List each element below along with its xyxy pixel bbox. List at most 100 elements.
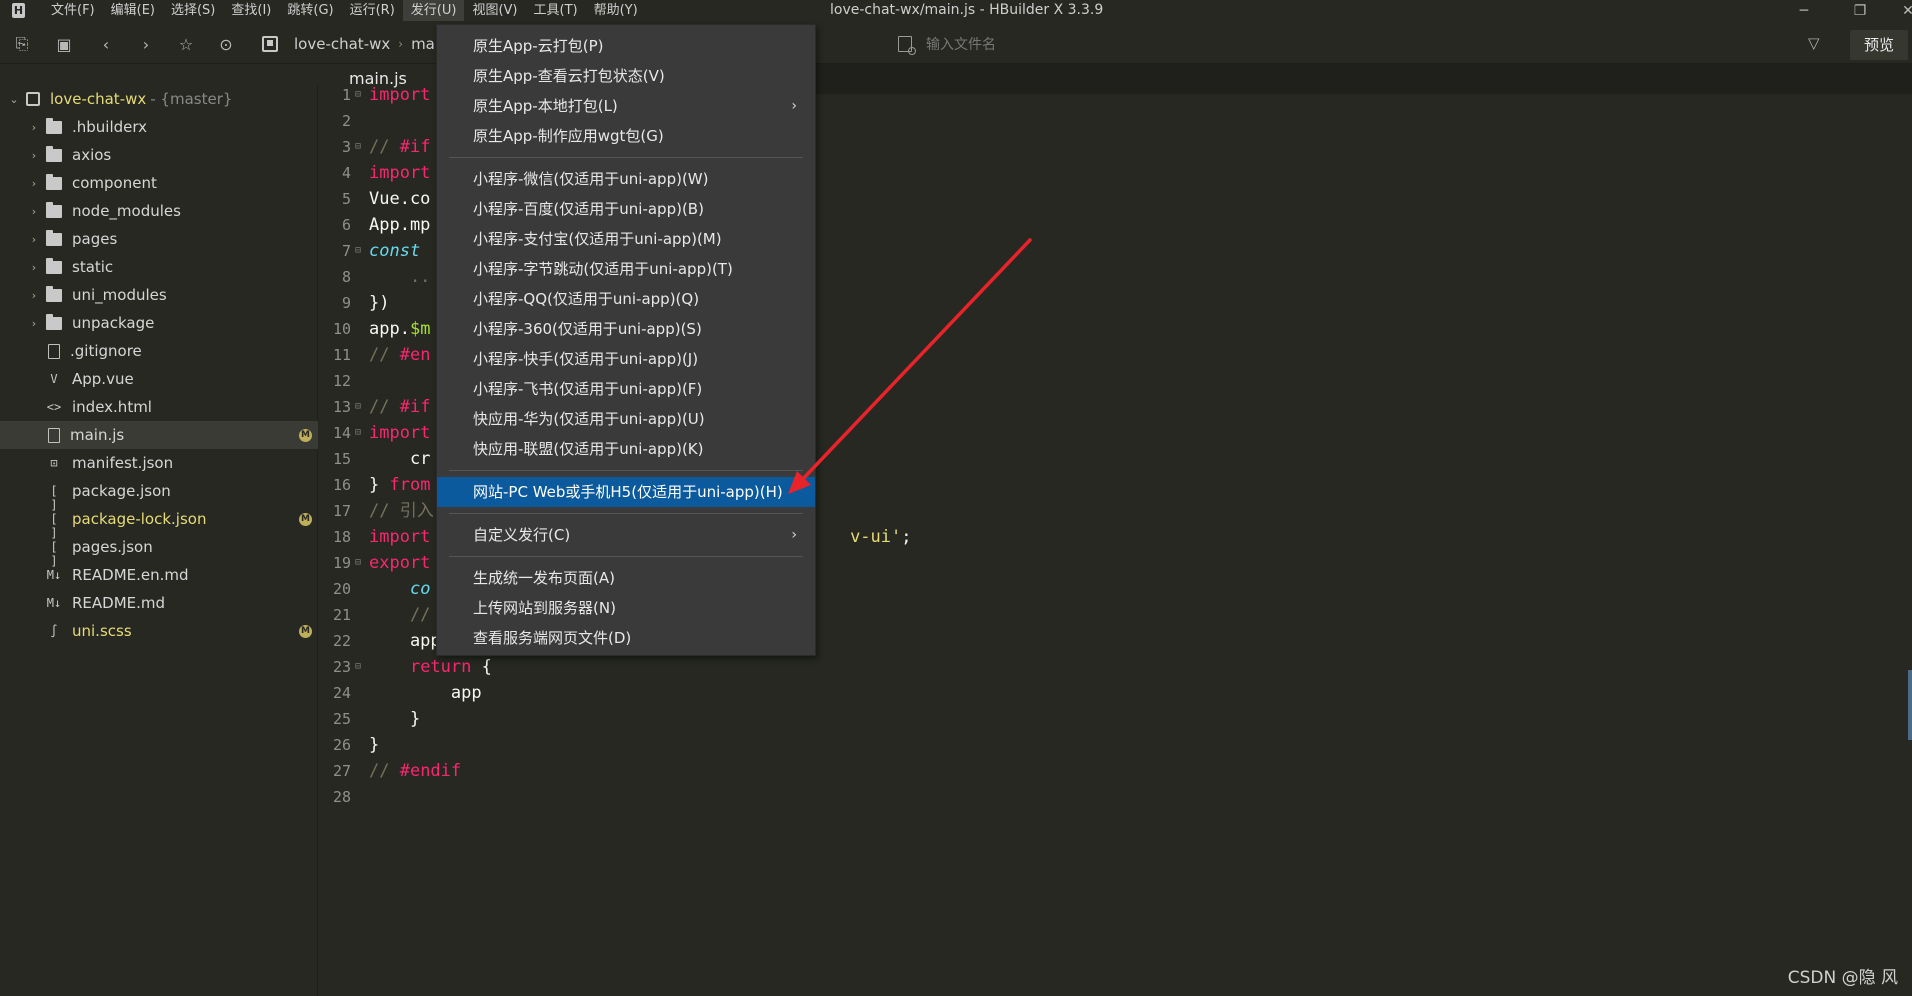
code-text: cr xyxy=(369,446,430,472)
fold-icon[interactable]: ⊟ xyxy=(355,134,361,160)
breadcrumb-project[interactable]: love-chat-wx xyxy=(294,35,390,53)
preview-button[interactable]: 预览 xyxy=(1850,30,1908,60)
toolbar: ⎘ ▣ ‹ › ☆ ⊙ love-chat-wx › ma 输入文件名 ▽ 预览 xyxy=(0,24,1912,64)
code-token: export xyxy=(369,553,431,573)
tree-item-label: .gitignore xyxy=(70,342,142,360)
forward-icon[interactable]: › xyxy=(134,32,158,56)
menu-item-0[interactable]: 文件(F) xyxy=(43,0,103,21)
publish-menu-item[interactable]: 小程序-微信(仅适用于uni-app)(W) xyxy=(437,164,815,194)
fold-icon[interactable]: ⊟ xyxy=(355,238,361,264)
menu-item-6[interactable]: 发行(U) xyxy=(402,0,465,21)
publish-menu-item[interactable]: 小程序-支付宝(仅适用于uni-app)(M) xyxy=(437,224,815,254)
code-text: // 引入 xyxy=(369,498,434,524)
tree-item-0[interactable]: › .hbuilderx xyxy=(0,113,318,141)
publish-menu-item[interactable]: 网站-PC Web或手机H5(仅适用于uni-app)(H) xyxy=(437,477,815,507)
project-root[interactable]: ⌄ love-chat-wx - {master} xyxy=(0,85,318,113)
code-text: // xyxy=(369,602,430,628)
publish-menu-item[interactable]: 自定义发行(C) › xyxy=(437,520,815,550)
publish-menu-item[interactable]: 上传网站到服务器(N) xyxy=(437,593,815,623)
fold-icon[interactable]: ⊟ xyxy=(355,394,361,420)
tree-item-18[interactable]: ∫ uni.scss M xyxy=(0,617,318,645)
star-icon[interactable]: ☆ xyxy=(174,32,198,56)
tree-item-label: index.html xyxy=(72,398,152,416)
folder-icon xyxy=(46,257,62,274)
menu-item-9[interactable]: 帮助(Y) xyxy=(586,0,646,21)
run-icon[interactable]: ⊙ xyxy=(214,32,238,56)
publish-menu-item[interactable]: 小程序-QQ(仅适用于uni-app)(Q) xyxy=(437,284,815,314)
tree-item-7[interactable]: › unpackage xyxy=(0,309,318,337)
line-number: 22 xyxy=(332,632,351,650)
publish-menu-item[interactable]: 快应用-华为(仅适用于uni-app)(U) xyxy=(437,404,815,434)
publish-menu-item[interactable]: 原生App-查看云打包状态(V) xyxy=(437,61,815,91)
scrollbar-marker[interactable] xyxy=(1908,670,1912,740)
fold-icon[interactable]: ⊟ xyxy=(355,82,361,108)
menu-item-label: 上传网站到服务器(N) xyxy=(473,599,616,617)
tree-item-3[interactable]: › node_modules xyxy=(0,197,318,225)
json-file-icon: [ ] xyxy=(50,484,58,512)
publish-menu-item[interactable]: 小程序-飞书(仅适用于uni-app)(F) xyxy=(437,374,815,404)
tree-item-5[interactable]: › static xyxy=(0,253,318,281)
line-number: 18 xyxy=(332,528,351,546)
tree-item-10[interactable]: <> index.html xyxy=(0,393,318,421)
publish-menu-item[interactable]: 小程序-360(仅适用于uni-app)(S) xyxy=(437,314,815,344)
fold-icon[interactable]: ⊟ xyxy=(355,420,361,446)
save-icon[interactable]: ▣ xyxy=(52,32,76,56)
tree-item-12[interactable]: ⊡ manifest.json xyxy=(0,449,318,477)
new-file-icon[interactable]: ⎘ xyxy=(10,32,34,56)
menu-item-1[interactable]: 编辑(E) xyxy=(103,0,163,21)
tree-item-11[interactable]: main.js M xyxy=(0,421,318,449)
fold-icon[interactable]: ⊟ xyxy=(355,550,361,576)
menu-item-8[interactable]: 工具(T) xyxy=(526,0,586,21)
menu-item-5[interactable]: 运行(R) xyxy=(342,0,403,21)
tree-item-8[interactable]: .gitignore xyxy=(0,337,318,365)
publish-menu-item[interactable]: 原生App-云打包(P) xyxy=(437,31,815,61)
line-number: 3 xyxy=(341,138,351,156)
restore-icon[interactable]: ❐ xyxy=(1840,0,1880,21)
code-token: // 引入 xyxy=(369,501,434,521)
back-icon[interactable]: ‹ xyxy=(94,32,118,56)
menu-item-4[interactable]: 跳转(G) xyxy=(279,0,341,21)
tree-item-6[interactable]: › uni_modules xyxy=(0,281,318,309)
publish-menu-item[interactable]: 小程序-快手(仅适用于uni-app)(J) xyxy=(437,344,815,374)
code-text: } xyxy=(369,732,379,758)
minimize-icon[interactable]: ─ xyxy=(1784,0,1824,21)
code-token: #if xyxy=(399,137,431,157)
tree-item-label: uni_modules xyxy=(72,286,167,304)
branch-label: - {master} xyxy=(150,90,233,108)
folder-icon xyxy=(46,285,62,302)
tree-item-15[interactable]: [ ] pages.json xyxy=(0,533,318,568)
code-text: // #if xyxy=(369,394,430,420)
tree-item-2[interactable]: › component xyxy=(0,169,318,197)
tree-item-16[interactable]: M↓ README.en.md xyxy=(0,561,318,589)
tree-item-1[interactable]: › axios xyxy=(0,141,318,169)
menu-item-label: 查看服务端网页文件(D) xyxy=(473,629,632,647)
menu-item-label: 原生App-本地打包(L) xyxy=(473,97,618,115)
publish-menu-item[interactable]: 查看服务端网页文件(D) xyxy=(437,623,815,653)
menu-item-label: 小程序-QQ(仅适用于uni-app)(Q) xyxy=(473,290,700,308)
breadcrumb-file[interactable]: ma xyxy=(411,35,435,53)
publish-menu-item[interactable]: 原生App-制作应用wgt包(G) xyxy=(437,121,815,151)
menu-item-7[interactable]: 视图(V) xyxy=(464,0,525,21)
publish-menu-item[interactable]: 生成统一发布页面(A) xyxy=(437,563,815,593)
publish-menu-item[interactable]: 快应用-联盟(仅适用于uni-app)(K) xyxy=(437,434,815,464)
menu-item-label: 小程序-微信(仅适用于uni-app)(W) xyxy=(473,170,709,188)
publish-menu-item[interactable]: 原生App-本地打包(L) › xyxy=(437,91,815,121)
menu-item-2[interactable]: 选择(S) xyxy=(163,0,223,21)
code-token: } xyxy=(369,735,380,755)
menu-item-label: 生成统一发布页面(A) xyxy=(473,569,615,587)
fold-icon[interactable]: ⊟ xyxy=(355,654,361,680)
tree-item-4[interactable]: › pages xyxy=(0,225,318,253)
tree-item-9[interactable]: V App.vue xyxy=(0,365,318,393)
close-icon[interactable]: ✕ xyxy=(1888,0,1912,21)
publish-menu-item[interactable]: 小程序-百度(仅适用于uni-app)(B) xyxy=(437,194,815,224)
tree-item-14[interactable]: [ ] package-lock.json M xyxy=(0,505,318,540)
line-number: 13 xyxy=(332,398,351,416)
menu-item-3[interactable]: 查找(I) xyxy=(223,0,279,21)
publish-menu-item[interactable]: 小程序-字节跳动(仅适用于uni-app)(T) xyxy=(437,254,815,284)
code-text: import xyxy=(369,420,430,446)
file-search-input[interactable]: 输入文件名 xyxy=(898,32,996,56)
tree-item-17[interactable]: M↓ README.md xyxy=(0,589,318,617)
code-token: Vue.co xyxy=(369,189,431,209)
filter-icon[interactable]: ▽ xyxy=(1808,34,1820,52)
tree-item-13[interactable]: [ ] package.json xyxy=(0,477,318,512)
